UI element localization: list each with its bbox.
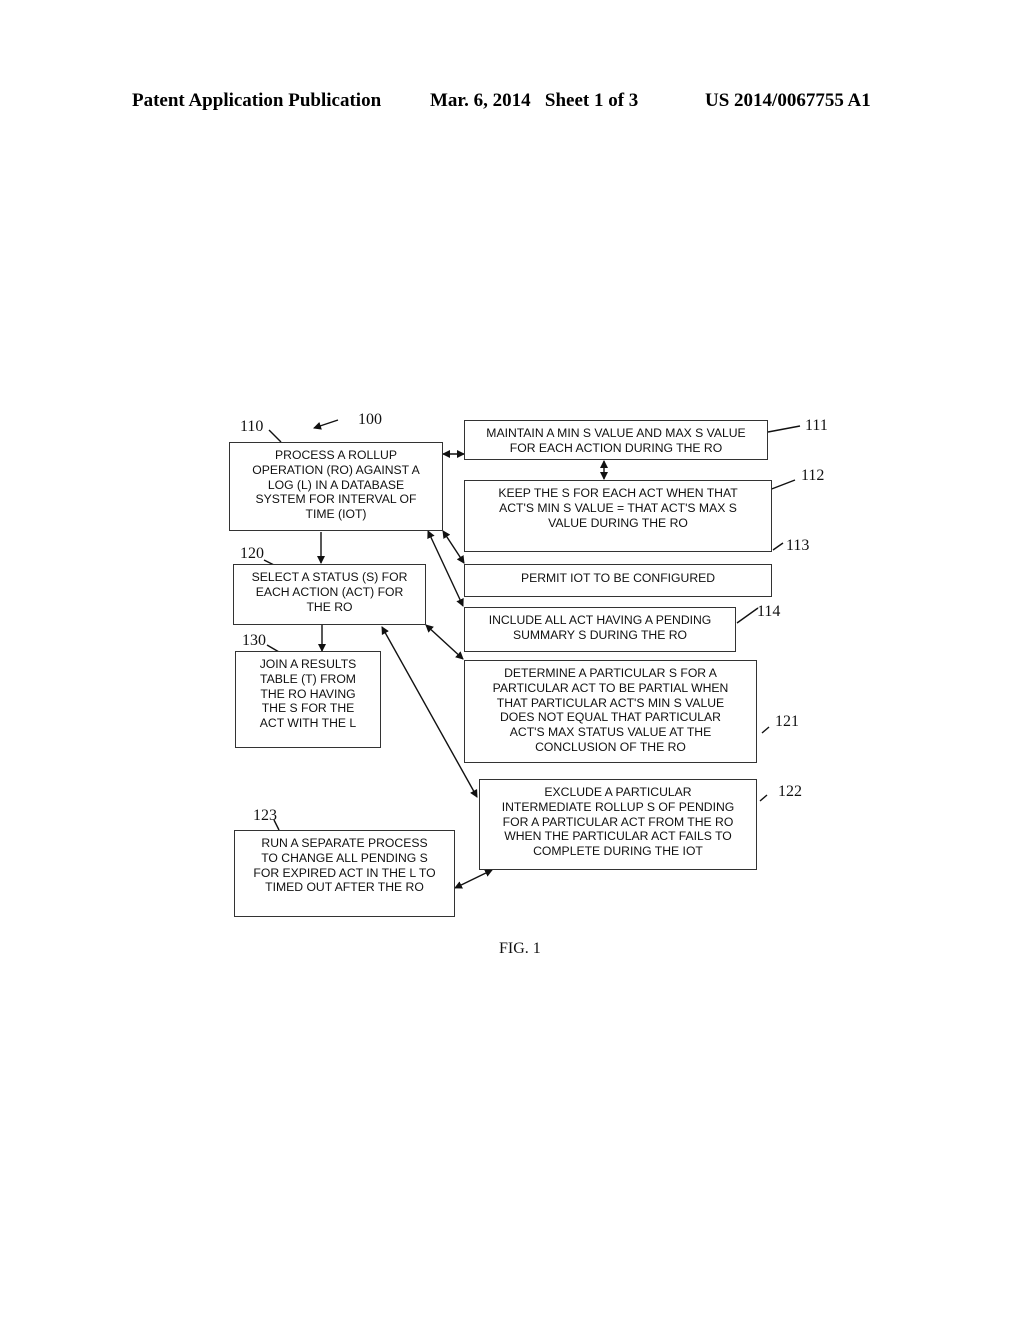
ref-121: 121 [775, 713, 799, 730]
box-113-text: PERMIT IOT TO BE CONFIGURED [520, 571, 716, 585]
ref-130: 130 [242, 632, 266, 649]
leader-122 [759, 794, 768, 802]
arrow-110-114 [427, 530, 464, 607]
leader-121 [761, 726, 770, 734]
box-110-process-rollup: PROCESS A ROLLUP OPERATION (RO) AGAINST … [229, 442, 443, 531]
box-120-select-status: SELECT A STATUS (S) FOR EACH ACTION (ACT… [233, 564, 426, 625]
box-122-exclude-intermediate: EXCLUDE A PARTICULAR INTERMEDIATE ROLLUP… [479, 779, 757, 870]
box-121-determine-partial: DETERMINE A PARTICULAR S FOR A PARTICULA… [464, 660, 757, 763]
box-111-text: MAINTAIN A MIN S VALUE AND MAX S VALUE F… [486, 426, 746, 455]
ref-114: 114 [757, 603, 781, 620]
leader-112 [768, 479, 796, 491]
arrow-110-113 [442, 530, 465, 564]
box-110-text: PROCESS A ROLLUP OPERATION (RO) AGAINST … [252, 448, 420, 522]
box-114-text: INCLUDE ALL ACT HAVING A PENDING SUMMARY… [488, 613, 712, 642]
box-123-text: RUN A SEPARATE PROCESS TO CHANGE ALL PEN… [253, 836, 436, 895]
ref-123: 123 [253, 807, 277, 824]
ref-113: 113 [786, 537, 810, 554]
leader-114 [736, 607, 759, 624]
arrow-100-pointer [313, 419, 339, 430]
box-120-text: SELECT A STATUS (S) FOR EACH ACTION (ACT… [251, 570, 408, 614]
ref-100: 100 [358, 411, 382, 428]
ref-120: 120 [240, 545, 264, 562]
box-123-run-separate-process: RUN A SEPARATE PROCESS TO CHANGE ALL PEN… [234, 830, 455, 917]
arrow-120-121 [425, 624, 464, 660]
ref-122: 122 [778, 783, 802, 800]
leader-113 [772, 542, 784, 551]
ref-110: 110 [240, 418, 264, 435]
figure-caption: FIG. 1 [499, 940, 541, 957]
ref-111: 111 [805, 417, 828, 434]
box-121-text: DETERMINE A PARTICULAR S FOR A PARTICULA… [492, 666, 729, 754]
box-130-join-results: JOIN A RESULTS TABLE (T) FROM THE RO HAV… [235, 651, 381, 748]
arrow-123-122 [454, 869, 493, 889]
leader-111 [767, 425, 801, 433]
box-113-permit-iot: PERMIT IOT TO BE CONFIGURED [464, 564, 772, 597]
box-130-text: JOIN A RESULTS TABLE (T) FROM THE RO HAV… [259, 657, 357, 731]
box-114-include-pending: INCLUDE ALL ACT HAVING A PENDING SUMMARY… [464, 607, 736, 652]
arrow-120-122 [381, 626, 478, 798]
box-112-keep-status: KEEP THE S FOR EACH ACT WHEN THAT ACT'S … [464, 480, 772, 552]
box-112-text: KEEP THE S FOR EACH ACT WHEN THAT ACT'S … [498, 486, 738, 530]
ref-112: 112 [801, 467, 825, 484]
box-122-text: EXCLUDE A PARTICULAR INTERMEDIATE ROLLUP… [501, 785, 735, 859]
box-111-maintain-min-max: MAINTAIN A MIN S VALUE AND MAX S VALUE F… [464, 420, 768, 460]
leader-110 [268, 429, 282, 443]
